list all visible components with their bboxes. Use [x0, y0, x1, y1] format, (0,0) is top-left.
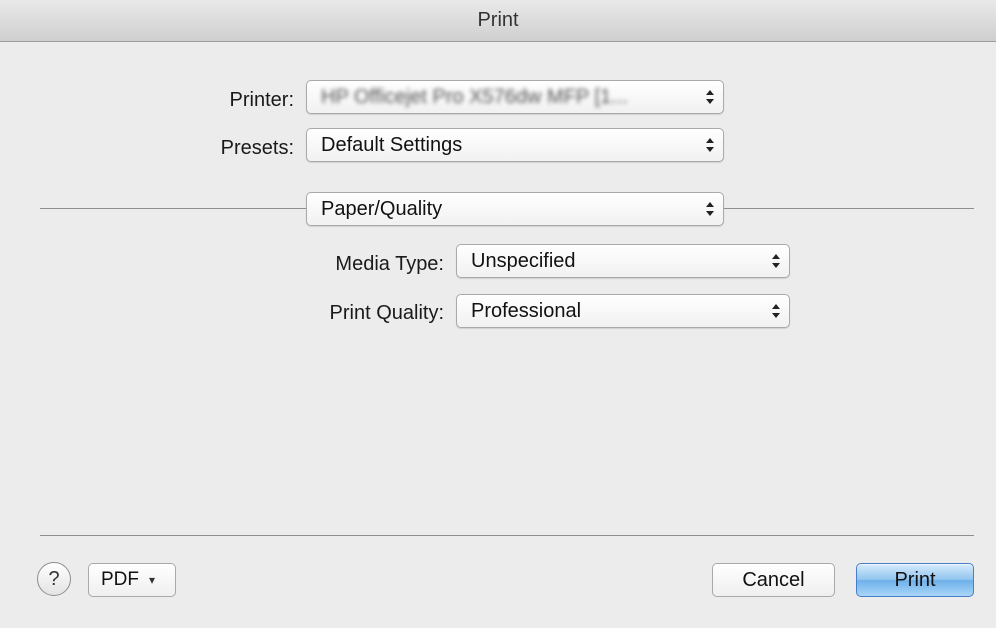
print-button[interactable]: Print [856, 563, 974, 597]
section-divider-left [40, 208, 306, 209]
up-down-arrows-icon [697, 81, 723, 113]
print-quality-label: Print Quality: [329, 302, 444, 324]
cancel-label: Cancel [742, 568, 805, 591]
printer-label: Printer: [229, 89, 294, 111]
print-quality-popup[interactable]: Professional [456, 294, 790, 328]
print-quality-value: Professional [471, 299, 582, 322]
presets-value: Default Settings [321, 133, 463, 156]
help-button[interactable]: ? [37, 562, 71, 596]
printer-popup[interactable]: HP Officejet Pro X576dw MFP [1... [306, 80, 724, 114]
presets-label: Presets: [220, 137, 294, 159]
media-type-value: Unspecified [471, 249, 576, 272]
window-title: Print [477, 9, 519, 31]
footer-divider [40, 535, 974, 536]
up-down-arrows-icon [697, 193, 723, 225]
section-popup[interactable]: Paper/Quality [306, 192, 724, 226]
up-down-arrows-icon [763, 295, 789, 327]
media-type-popup[interactable]: Unspecified [456, 244, 790, 278]
cancel-button[interactable]: Cancel [712, 563, 835, 597]
presets-popup[interactable]: Default Settings [306, 128, 724, 162]
title-bar: Print [0, 0, 996, 42]
question-mark-icon: ? [48, 567, 60, 590]
printer-value: HP Officejet Pro X576dw MFP [1... [321, 85, 628, 108]
pdf-label: PDF [101, 569, 139, 590]
print-label: Print [894, 568, 936, 591]
section-value: Paper/Quality [321, 197, 443, 220]
up-down-arrows-icon [697, 129, 723, 161]
pdf-menu-button[interactable]: PDF ▾ [88, 563, 176, 597]
up-down-arrows-icon [763, 245, 789, 277]
section-divider-right [724, 208, 974, 209]
media-type-label: Media Type: [335, 253, 444, 275]
chevron-down-icon: ▾ [149, 573, 156, 587]
